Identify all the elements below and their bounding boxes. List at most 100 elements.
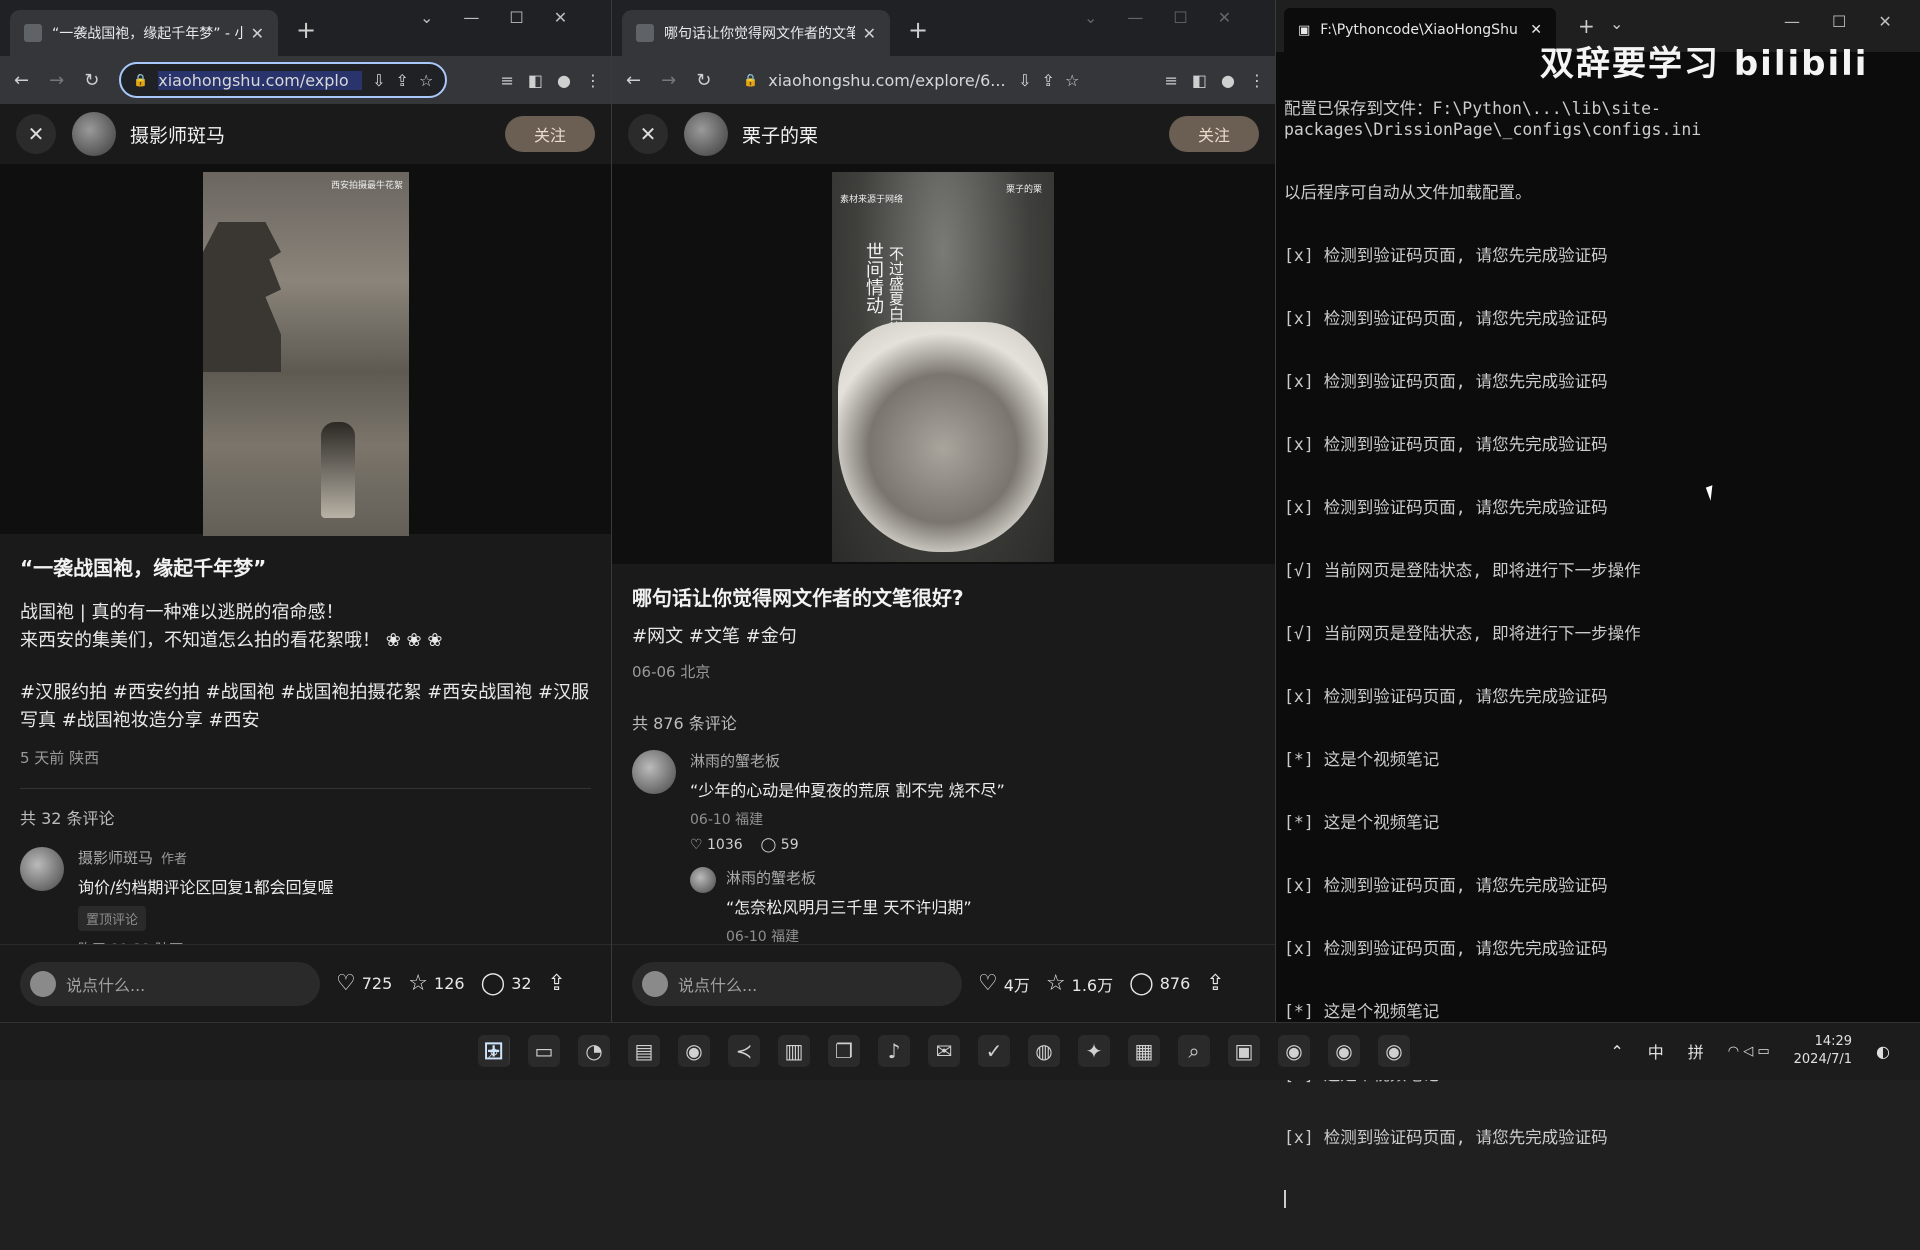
author-name[interactable]: 栗子的栗 [742,121,818,148]
media-area: 素材来源于网络 栗子的栗 世间情动 不过盛夏白瓷 [612,164,1275,564]
commenter-name[interactable]: 摄影师斑马 [78,849,153,867]
clock[interactable]: 14:29 2024/7/1 [1794,1033,1852,1069]
minimize-icon[interactable]: — [463,8,479,27]
author-name[interactable]: 摄影师斑马 [130,121,225,148]
side-panel-icon[interactable]: ◧ [528,71,543,90]
search-app-icon[interactable]: ⌕ [1178,1035,1210,1067]
wifi-icon[interactable]: ◠ ◁ ▭ [1728,1044,1770,1059]
new-tab-icon[interactable]: + [908,16,928,44]
check-icon[interactable]: ✓ [978,1035,1010,1067]
avatar[interactable] [72,112,116,156]
task-view-icon[interactable]: ▭ [528,1035,560,1067]
tab-search-icon[interactable]: ⌄ [420,8,433,27]
start-menu-icon[interactable]: ⊞ [478,1035,510,1067]
comment-input[interactable]: 说点什么... [20,961,320,1006]
minimize-icon[interactable]: — [1784,12,1800,31]
install-icon[interactable]: ⇩ [1018,71,1031,90]
chrome-icon-4[interactable]: ◉ [1378,1035,1410,1067]
collect-button[interactable]: ☆ 1.6万 [1046,971,1113,996]
follow-button[interactable]: 关注 [1169,116,1259,152]
ime-mode[interactable]: 拼 [1688,1039,1704,1063]
like-button[interactable]: ♡ 725 [336,971,392,996]
folder-icon[interactable]: ▦ [1128,1035,1160,1067]
note-tags[interactable]: #网文 #文笔 #金句 [632,623,1255,651]
comment-like[interactable]: ♡ 1036 [690,837,743,853]
notepad-icon[interactable]: ▥ [778,1035,810,1067]
avatar[interactable] [684,112,728,156]
terminal-tab[interactable]: ▣ F:\Pythoncode\XiaoHongShu ✕ [1284,8,1556,52]
menu-icon[interactable]: ⋮ [585,71,601,90]
close-window-icon[interactable]: ✕ [1218,8,1231,27]
url-text[interactable]: xiaohongshu.com/explo [158,70,363,90]
chevron-up-icon[interactable]: ⌃ [1610,1042,1623,1061]
menu-icon[interactable]: ⋮ [1249,71,1265,90]
commenter-name[interactable]: 淋雨的蟹老板 [690,750,1005,771]
new-tab-icon[interactable]: + [296,16,316,44]
avatar[interactable] [690,867,716,893]
share-icon[interactable]: ⇪ [396,71,409,90]
chrome-icon-3[interactable]: ◉ [1328,1035,1360,1067]
vscode-icon[interactable]: ≺ [728,1035,760,1067]
maximize-icon[interactable]: ☐ [1832,12,1846,31]
address-bar[interactable]: 🔒 xiaohongshu.com/explo ⇩ ⇪ ☆ [119,62,448,98]
forward-icon[interactable]: → [49,70,64,91]
profile-icon[interactable]: ● [557,71,571,90]
url-text[interactable]: xiaohongshu.com/explore/6... [768,71,1008,90]
reload-icon[interactable]: ↻ [696,70,711,91]
notification-icon[interactable]: ◐ [1876,1042,1890,1061]
avatar[interactable] [20,847,64,891]
follow-button[interactable]: 关注 [505,116,595,152]
comment-button[interactable]: ◯ 32 [481,971,532,996]
commenter-name[interactable]: 淋雨的蟹老板 [726,867,972,888]
collect-button[interactable]: ☆ 126 [408,971,464,996]
browser-tab[interactable]: “一袭战国袍，缘起千年梦” - 小红 ✕ [10,10,278,56]
reading-list-icon[interactable]: ≡ [501,71,514,90]
profile-icon[interactable]: ● [1221,71,1235,90]
reading-list-icon[interactable]: ≡ [1165,71,1178,90]
reload-icon[interactable]: ↻ [84,70,99,91]
note-tags[interactable]: #汉服约拍 #西安约拍 #战国袍 #战国袍拍摄花絮 #西安战国袍 #汉服写真 #… [20,679,591,735]
bookmark-star-icon[interactable]: ☆ [1065,71,1079,90]
dropdown-icon[interactable]: ⌄ [1610,14,1623,33]
browser-tab[interactable]: 哪句话让你觉得网文作者的文笔 ✕ [622,10,890,56]
wechat-icon[interactable]: ◍ [1028,1035,1060,1067]
note-photo[interactable]: 素材来源于网络 栗子的栗 世间情动 不过盛夏白瓷 [832,172,1054,562]
chrome-icon-2[interactable]: ◉ [1278,1035,1310,1067]
edge-icon[interactable]: ◔ [578,1035,610,1067]
back-icon[interactable]: ← [14,70,29,91]
note-photo[interactable]: 西安拍摄最牛花絮 [203,172,409,536]
maximize-icon[interactable]: ☐ [509,8,523,27]
share-button[interactable]: ⇪ [548,971,566,996]
copy-icon[interactable]: ❐ [828,1035,860,1067]
ime-language[interactable]: 中 [1648,1039,1664,1063]
minimize-icon[interactable]: — [1127,8,1143,27]
close-icon[interactable]: ✕ [16,114,56,154]
close-window-icon[interactable]: ✕ [1878,12,1891,31]
like-button[interactable]: ♡ 4万 [978,971,1030,996]
music-icon[interactable]: ♪ [878,1035,910,1067]
comment-reply[interactable]: ◯ 59 [761,837,799,853]
app-icon-2[interactable]: ✦ [1078,1035,1110,1067]
tab-search-icon[interactable]: ⌄ [1084,8,1097,27]
forward-icon[interactable]: → [661,70,676,91]
close-window-icon[interactable]: ✕ [554,8,567,27]
comment-input[interactable]: 说点什么... [632,961,962,1006]
address-bar[interactable]: 🔒 xiaohongshu.com/explore/6... ⇩ ⇪ ☆ [731,62,1092,98]
terminal-icon[interactable]: ▣ [1228,1035,1260,1067]
avatar[interactable] [632,750,676,794]
close-icon[interactable]: ✕ [628,114,668,154]
chrome-icon[interactable]: ◉ [678,1035,710,1067]
install-icon[interactable]: ⇩ [372,71,385,90]
new-tab-icon[interactable]: + [1578,14,1595,38]
back-icon[interactable]: ← [626,70,641,91]
close-tab-icon[interactable]: ✕ [251,24,264,43]
bookmark-star-icon[interactable]: ☆ [419,71,433,90]
side-panel-icon[interactable]: ◧ [1192,71,1207,90]
comment-button[interactable]: ◯ 876 [1129,971,1190,996]
close-tab-icon[interactable]: ✕ [863,24,876,43]
share-icon[interactable]: ⇪ [1042,71,1055,90]
app-icon[interactable]: ▤ [628,1035,660,1067]
mail-icon[interactable]: ✉ [928,1035,960,1067]
share-button[interactable]: ⇪ [1206,971,1224,996]
maximize-icon[interactable]: ☐ [1173,8,1187,27]
